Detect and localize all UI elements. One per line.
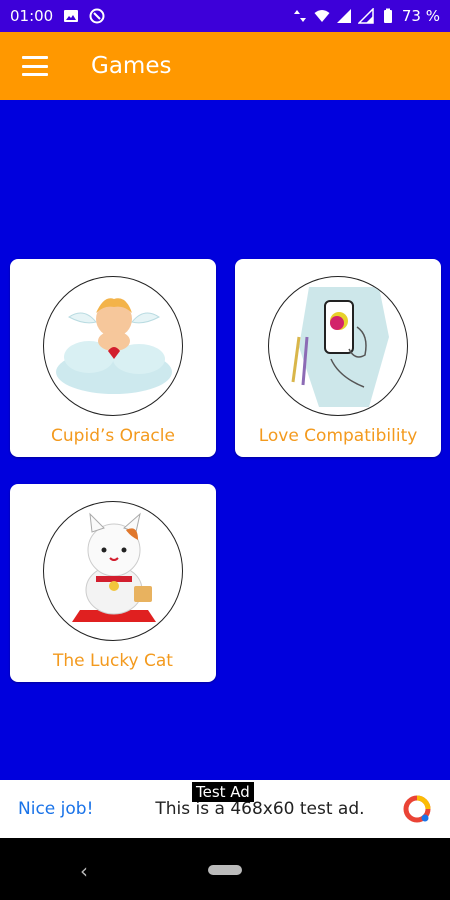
- data-arrows-icon: [293, 10, 306, 22]
- status-time: 01:00: [10, 7, 54, 25]
- wifi-icon: [314, 10, 330, 22]
- game-label: Cupid’s Oracle: [51, 426, 175, 446]
- app-bar: Games: [0, 32, 450, 100]
- game-card-love-compatibility[interactable]: Love Compatibility: [235, 259, 441, 457]
- games-grid: Cupid’s Oracle Love Compatibility The Lu…: [0, 100, 450, 780]
- signal-icon-2: [357, 8, 374, 24]
- home-pill-icon[interactable]: [208, 865, 242, 875]
- ad-left-text: Nice job!: [18, 799, 94, 819]
- back-icon[interactable]: ‹: [80, 859, 88, 883]
- data-saver-icon: [89, 8, 105, 24]
- battery-percent: 73 %: [401, 7, 440, 25]
- game-card-cupids-oracle[interactable]: Cupid’s Oracle: [10, 259, 216, 457]
- ad-logo-icon: [403, 795, 431, 823]
- game-card-lucky-cat[interactable]: The Lucky Cat: [10, 484, 216, 682]
- menu-icon[interactable]: [22, 56, 48, 76]
- navigation-bar: ‹: [0, 838, 450, 900]
- page-title: Games: [91, 53, 172, 79]
- battery-icon: [383, 8, 392, 23]
- image-notification-icon: [64, 10, 79, 22]
- lucky-cat-image: [43, 501, 183, 641]
- game-label: The Lucky Cat: [53, 651, 173, 671]
- cupid-image: [43, 276, 183, 416]
- test-ad-tag: Test Ad: [192, 782, 254, 802]
- signal-icon: [336, 9, 351, 23]
- status-bar: 01:00 73 %: [0, 0, 450, 32]
- ad-middle-text: This is a 468x60 test ad.: [155, 799, 365, 819]
- game-label: Love Compatibility: [258, 426, 418, 446]
- love-compatibility-image: [268, 276, 408, 416]
